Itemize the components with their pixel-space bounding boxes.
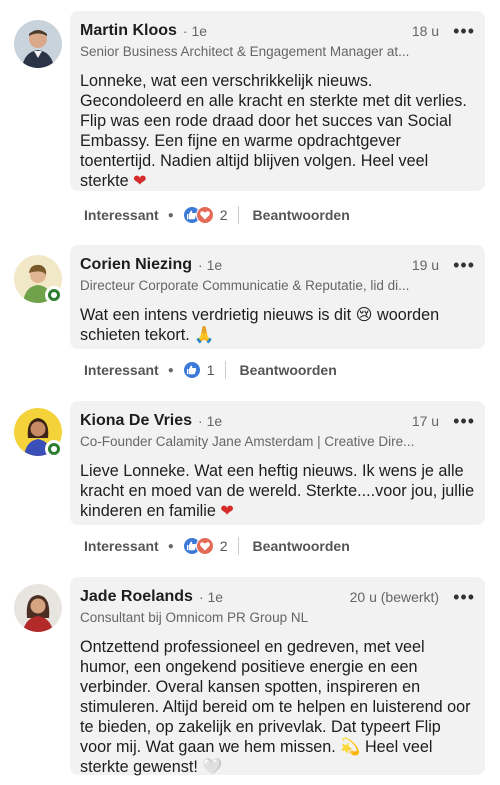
avatar[interactable]	[14, 584, 62, 632]
author-headline: Directeur Corporate Communicatie & Reput…	[80, 278, 410, 293]
divider	[224, 361, 226, 379]
comment-text: Lonneke, wat een verschrikkelijk nieuws.…	[80, 72, 467, 190]
separator-dot: ●	[167, 540, 174, 552]
heart-emoji-icon: ❤	[133, 171, 147, 190]
more-options-icon[interactable]: •••	[453, 412, 475, 430]
praying-hands-emoji-icon: 🙏	[194, 325, 215, 344]
online-status-icon	[45, 286, 63, 304]
divider	[237, 206, 239, 224]
love-icon	[195, 537, 214, 555]
author-headline: Consultant bij Omnicom PR Group NL	[80, 610, 309, 625]
connection-degree: · 1e	[182, 23, 208, 39]
connection-degree: · 1e	[198, 589, 224, 605]
timestamp: 18 u	[411, 23, 440, 39]
react-button[interactable]: Interessant	[84, 362, 159, 378]
author-headline: Senior Business Architect & Engagement M…	[80, 44, 410, 59]
heart-emoji-icon: ❤	[220, 501, 234, 520]
author-name[interactable]: Corien Niezing	[80, 256, 192, 274]
timestamp: 19 u	[411, 257, 440, 273]
white-heart-emoji-icon: 🤍	[202, 757, 223, 776]
reaction-count: 2	[219, 207, 228, 223]
react-button[interactable]: Interessant	[84, 207, 159, 223]
comment-text: Wat een intens verdrietig nieuws is dit …	[80, 305, 440, 344]
reply-button[interactable]: Beantwoorden	[253, 207, 350, 223]
avatar[interactable]	[14, 20, 62, 68]
author-name[interactable]: Jade Roelands	[80, 588, 193, 606]
author-name[interactable]: Kiona De Vries	[80, 412, 192, 430]
love-icon	[195, 206, 214, 224]
online-status-icon	[45, 440, 63, 458]
reaction-summary[interactable]	[182, 537, 214, 555]
reaction-summary[interactable]	[182, 361, 201, 379]
divider	[237, 537, 239, 555]
comment-bubble: Kiona De Vries · 1e 17 u ••• Co-Founder …	[70, 401, 485, 525]
dizzy-emoji-icon: 💫	[340, 737, 361, 756]
separator-dot: ●	[167, 209, 174, 221]
comment-bubble: Martin Kloos · 1e 18 u ••• Senior Busine…	[70, 11, 485, 191]
separator-dot: ●	[167, 364, 174, 376]
crying-face-emoji-icon: 😢	[355, 305, 373, 324]
connection-degree: · 1e	[198, 257, 223, 273]
reply-button[interactable]: Beantwoorden	[240, 362, 337, 378]
comment-bubble: Jade Roelands · 1e 20 u (bewerkt) ••• Co…	[70, 577, 485, 776]
connection-degree: · 1e	[198, 413, 223, 429]
comment-actions: Interessant ● 2 Beantwoorden	[84, 205, 350, 225]
reply-button[interactable]: Beantwoorden	[253, 538, 350, 554]
more-options-icon[interactable]: •••	[453, 22, 475, 40]
comment-actions: Interessant ● 2 Beantwoorden	[84, 536, 350, 556]
reaction-count: 2	[219, 538, 228, 554]
author-headline: Co-Founder Calamity Jane Amsterdam | Cre…	[80, 434, 415, 449]
reaction-count: 1	[206, 362, 215, 378]
timestamp: 17 u	[411, 413, 440, 429]
comment-bubble: Corien Niezing · 1e 19 u ••• Directeur C…	[70, 245, 485, 349]
like-icon	[182, 361, 201, 379]
more-options-icon[interactable]: •••	[453, 256, 475, 274]
author-name[interactable]: Martin Kloos	[80, 22, 177, 40]
comment-text: Lieve Lonneke. Wat een heftig nieuws. Ik…	[80, 462, 475, 520]
comment-text: Ontzettend professioneel en gedreven, me…	[80, 638, 471, 776]
react-button[interactable]: Interessant	[84, 538, 159, 554]
comment-actions: Interessant ● 1 Beantwoorden	[84, 360, 337, 380]
reaction-summary[interactable]	[182, 206, 214, 224]
timestamp: 20 u (bewerkt)	[349, 589, 440, 605]
more-options-icon[interactable]: •••	[453, 588, 475, 606]
